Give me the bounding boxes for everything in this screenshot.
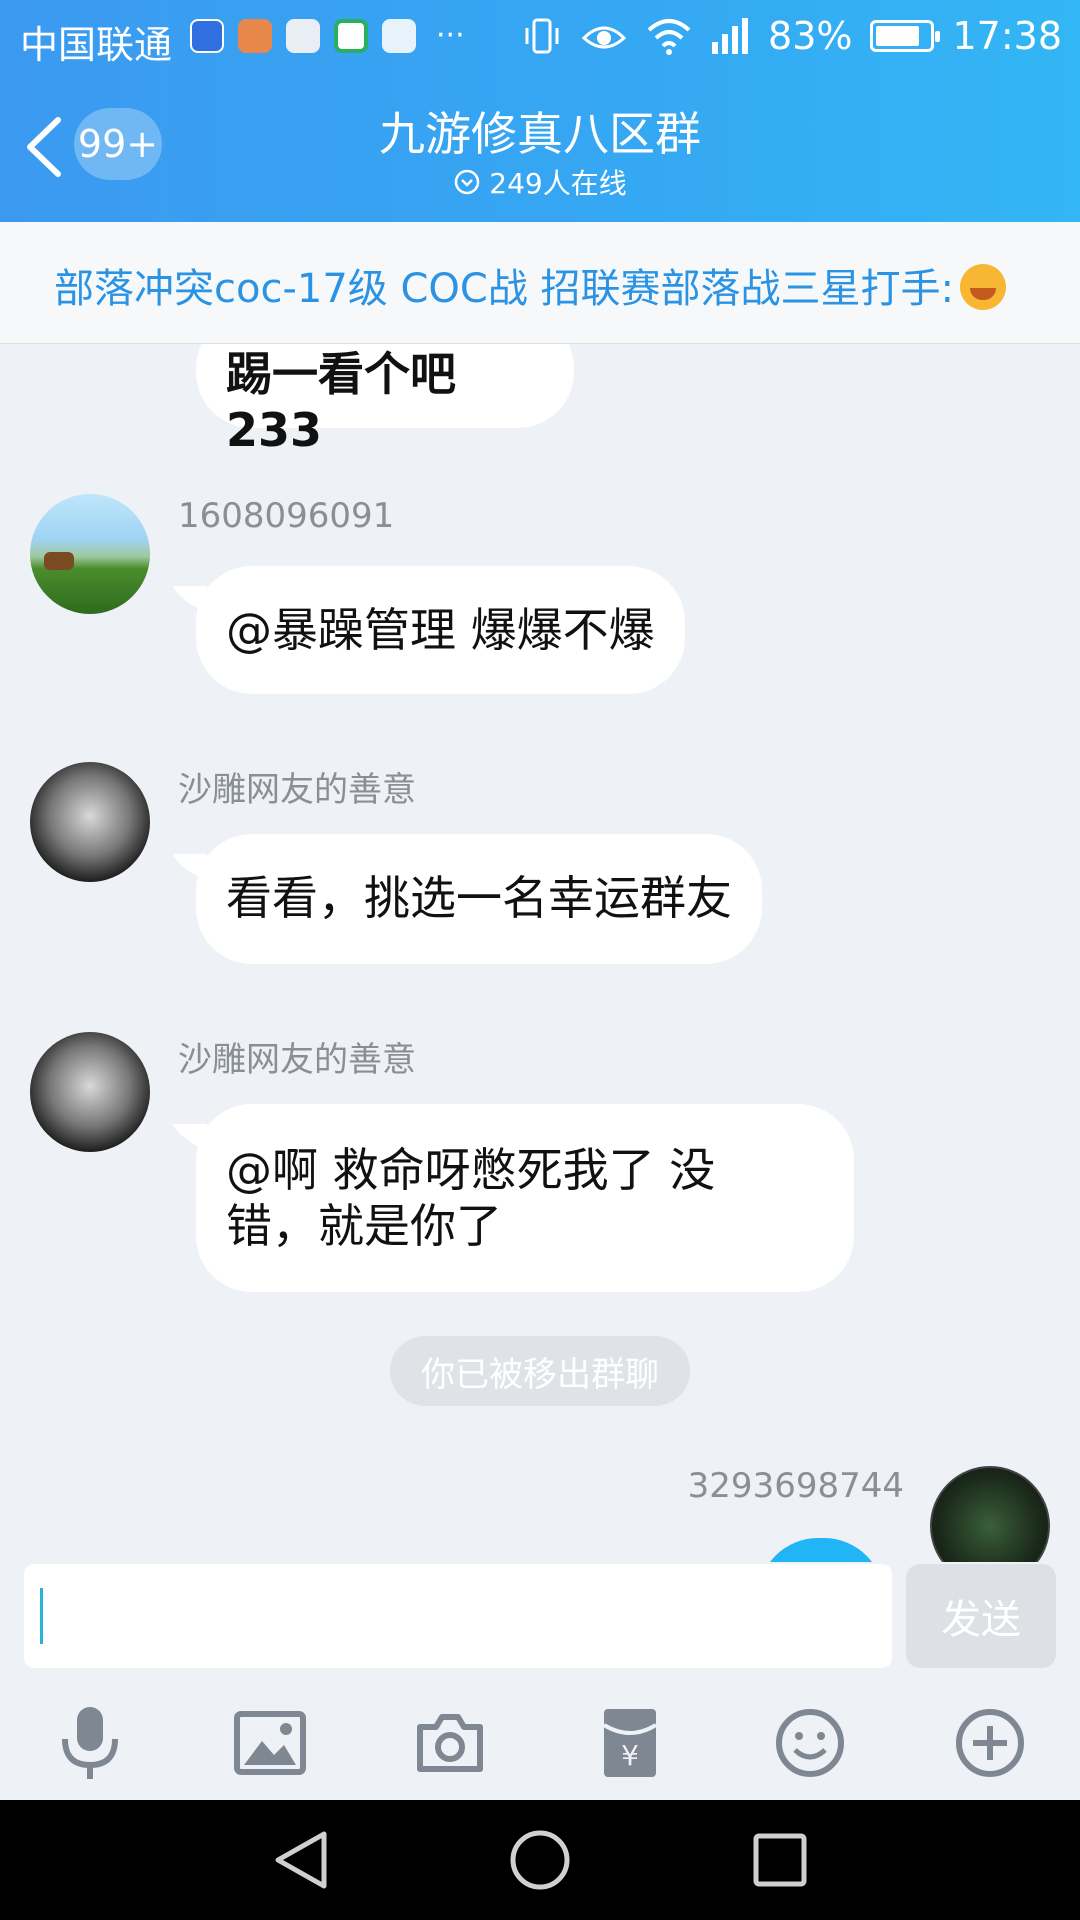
battery-fill [876,26,919,46]
wifi-icon [647,19,691,55]
avatar[interactable] [30,1032,150,1152]
browser-app-icon [334,18,368,53]
eye-icon [581,26,627,49]
monkey-app-icon [238,18,272,53]
chevron-down-circle-icon [455,169,480,195]
avatar[interactable] [30,762,150,882]
self-avatar[interactable] [930,1466,1050,1562]
online-count: 249人在线 [489,167,627,200]
status-bar: 中国联通 ··· 83% 17:38 [0,0,1080,72]
input-bar: 发送 [0,1562,1080,1698]
image-icon[interactable] [225,1698,315,1788]
camera-icon[interactable] [405,1698,495,1788]
message-input[interactable] [24,1564,892,1668]
online-status[interactable]: 249人在线 [0,162,1080,202]
status-right: 83% 17:38 [522,14,1062,58]
announcement-text-wrap: 部落冲突coc-17级 COC战 招联赛部落战三星打手: [54,256,1007,314]
signal-icon [712,18,749,54]
face-emoji-icon [960,264,1007,310]
message-bubble[interactable]: @啊 救命呀憋死我了 没 错，就是你了 [196,1104,854,1292]
system-navigation-bar [0,1800,1080,1920]
top-bar: 中国联通 ··· 83% 17:38 99+ 九游修真八区群 249人在线 [0,0,1080,222]
red-packet-icon[interactable]: ¥ [585,1698,675,1788]
battery-percent: 83% [768,14,853,58]
message-text: 踢一看个吧233 [226,347,456,457]
sender-name: 3293698744 [687,1466,904,1506]
clock: 17:38 [952,14,1062,58]
message-text: @暴躁管理 爆爆不爆 [226,603,655,657]
message-bubble[interactable]: 看看，挑选一名幸运群友 [196,834,762,964]
sender-name: 1608096091 [178,496,395,536]
nav-recents-icon[interactable] [748,1828,812,1892]
security-app-icon [190,18,224,53]
avatar[interactable] [30,494,150,614]
message-list[interactable]: 2284779234 踢一看个吧233 1608096091 @暴躁管理 爆爆不… [0,222,1080,1562]
cow-figure [44,552,74,570]
message-bubble[interactable]: @暴躁管理 爆爆不爆 [196,566,685,694]
health-app-icon [286,18,320,53]
emoji-icon[interactable] [765,1698,855,1788]
carrier-name: 中国联通 [20,23,173,67]
message-text-line: @啊 救命呀憋死我了 没 [226,1143,716,1197]
more-notifications-icon: ··· [436,18,465,53]
message-text-line: 错，就是你了 [226,1199,502,1253]
announcement-banner[interactable]: 部落冲突coc-17级 COC战 招联赛部落战三星打手: [0,222,1080,344]
svg-text:¥: ¥ [621,1739,639,1772]
battery-icon [870,20,941,52]
send-button[interactable]: 发送 [906,1564,1056,1668]
plus-icon[interactable] [945,1698,1035,1788]
sender-name: 沙雕网友的善意 [178,770,416,810]
message-text: 看看，挑选一名幸运群友 [226,871,732,925]
own-message-bubble[interactable] [758,1538,884,1562]
telegram-app-icon [382,18,416,53]
nav-home-icon[interactable] [508,1828,572,1892]
sender-name: 沙雕网友的善意 [178,1040,416,1080]
announcement-text: 部落冲突coc-17级 COC战 招联赛部落战三星打手: [54,266,955,312]
input-toolbar: ¥ [0,1698,1080,1800]
chat-header: 99+ 九游修真八区群 249人在线 [0,72,1080,222]
system-notice: 你已被移出群聊 [390,1336,690,1406]
group-title[interactable]: 九游修真八区群 [0,98,1080,164]
nav-back-icon[interactable] [270,1828,334,1892]
vibrate-icon [525,18,559,54]
text-caret [40,1588,43,1644]
microphone-icon[interactable] [45,1698,135,1788]
notification-icons: ··· [190,18,465,53]
